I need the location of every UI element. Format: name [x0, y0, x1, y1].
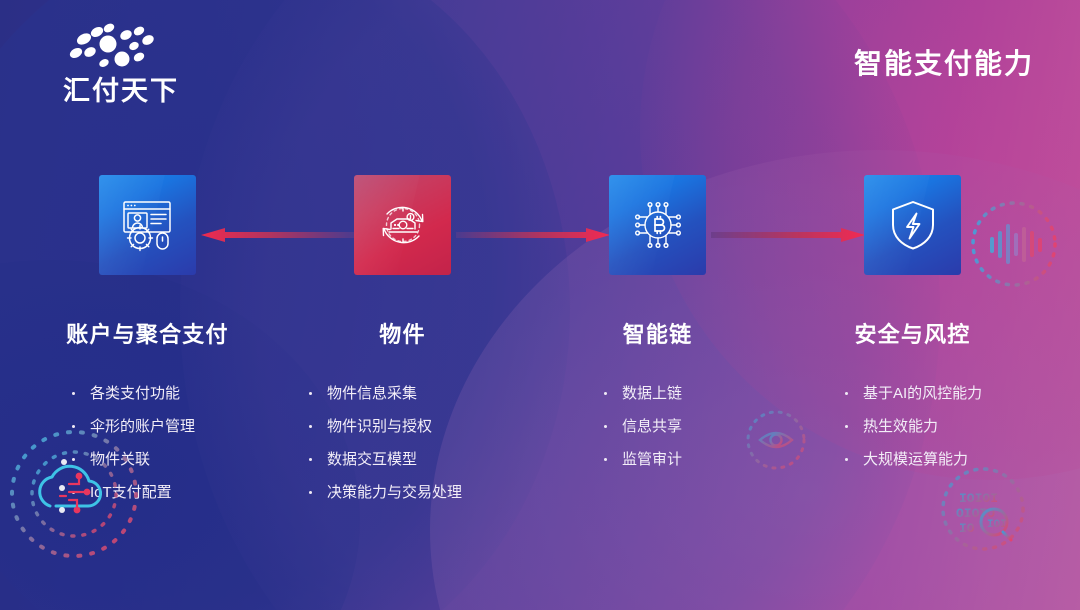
list-item: 热生效能力 [829, 410, 1040, 443]
brand-logo-text: 汇付天下 [63, 76, 179, 106]
list-item: 物件识别与授权 [293, 410, 530, 443]
slide-canvas: 汇付天下 智能支付能力 账户与聚合支付 各类支付功能 伞形的账户管理 物件关联 … [0, 0, 1080, 610]
list-item: 决策能力与交易处理 [293, 476, 530, 509]
page-title: 智能支付能力 [853, 48, 1034, 79]
column-heading-object: 物件 [379, 322, 426, 347]
list-item: 基于AI的风控能力 [829, 377, 1040, 410]
waveform-decoration [963, 193, 1065, 295]
icon-card-account[interactable] [99, 175, 196, 275]
svg-text:IOI: IOI [987, 519, 1007, 531]
account-profile-gear-icon [122, 201, 171, 252]
svg-text:IO: IO [959, 521, 975, 536]
shield-bolt-icon [891, 201, 934, 250]
list-item: 数据交互模型 [293, 443, 530, 476]
bullet-list-object: 物件信息采集 物件识别与授权 数据交互模型 决策能力与交易处理 [293, 377, 530, 509]
blockchain-node-icon [634, 202, 681, 248]
column-object: 物件 物件信息采集 物件识别与授权 数据交互模型 决策能力与交易处理 [275, 175, 530, 509]
list-item: 各类支付功能 [56, 377, 275, 410]
iot-device-cycle-icon [382, 206, 423, 244]
icon-card-security[interactable] [864, 175, 961, 275]
brand-logo: 汇付天下 [46, 22, 196, 114]
svg-text:IOIOI: IOIOI [959, 491, 998, 506]
hf-dots-logo-icon [64, 22, 168, 74]
column-heading-chain: 智能链 [622, 322, 693, 347]
column-heading-account: 账户与聚合支付 [66, 322, 229, 347]
column-heading-security: 安全与风控 [854, 322, 971, 347]
list-item: 物件信息采集 [293, 377, 530, 410]
cloud-circuit-decoration [0, 410, 158, 578]
eye-scan-decoration [740, 404, 812, 476]
icon-card-chain[interactable] [609, 175, 706, 275]
icon-card-object[interactable] [354, 175, 451, 275]
binary-search-decoration: IOIOI OIOIO IO IOI [932, 458, 1034, 560]
capability-columns: 账户与聚合支付 各类支付功能 伞形的账户管理 物件关联 IoT支付配置 物件 物… [0, 175, 1080, 575]
